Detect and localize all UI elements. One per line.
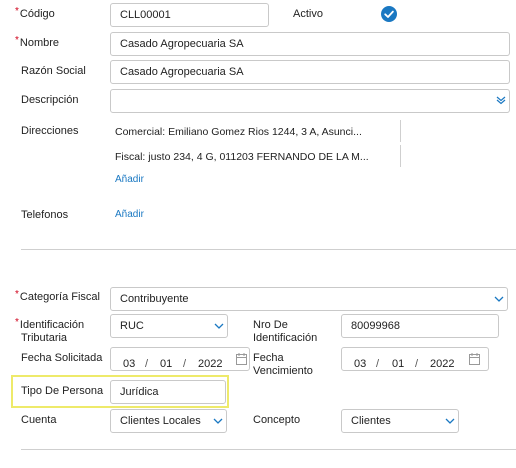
date-month[interactable]: 01 bbox=[160, 353, 172, 370]
divider bbox=[400, 145, 401, 167]
direccion-item[interactable]: Comercial: Emiliano Gomez Rios 1244, 3 A… bbox=[115, 126, 395, 138]
fecha-vencimiento-input[interactable]: 03 / 01 / 2022 bbox=[341, 347, 489, 371]
direccion-item[interactable]: Fiscal: justo 234, 4 G, 011203 FERNANDO … bbox=[115, 151, 395, 163]
date-month[interactable]: 01 bbox=[392, 353, 404, 370]
add-telefono-link[interactable]: Añadir bbox=[115, 209, 144, 220]
divider bbox=[400, 120, 401, 142]
categoria-fiscal-label: *Categoría Fiscal bbox=[15, 289, 100, 303]
descripcion-input[interactable] bbox=[110, 89, 510, 113]
date-day[interactable]: 03 bbox=[354, 353, 366, 370]
check-icon bbox=[384, 10, 394, 18]
cuenta-value: Clientes Locales bbox=[120, 415, 201, 427]
categoria-fiscal-select[interactable]: Contribuyente bbox=[110, 287, 508, 311]
nro-identificacion-input[interactable]: 80099968 bbox=[341, 314, 499, 338]
chevron-down-icon bbox=[213, 418, 223, 424]
tipo-persona-label: Tipo De Persona bbox=[21, 385, 104, 397]
date-year[interactable]: 2022 bbox=[198, 353, 222, 370]
identificacion-tributaria-select[interactable]: RUC bbox=[110, 314, 228, 338]
fecha-solicitada-input[interactable]: 03 / 01 / 2022 bbox=[110, 347, 250, 371]
add-direccion-link[interactable]: Añadir bbox=[115, 174, 144, 185]
descripcion-label: Descripción bbox=[21, 94, 79, 106]
categoria-fiscal-value: Contribuyente bbox=[120, 293, 189, 305]
fecha-vencimiento-label: Fecha Vencimiento bbox=[253, 352, 313, 377]
cuenta-select[interactable]: Clientes Locales bbox=[110, 409, 227, 433]
concepto-select[interactable]: Clientes bbox=[341, 409, 459, 433]
tipo-persona-input[interactable]: Jurídica bbox=[110, 380, 226, 404]
fecha-solicitada-label: Fecha Solicitada bbox=[21, 352, 103, 364]
date-day[interactable]: 03 bbox=[123, 353, 135, 370]
cuenta-label: Cuenta bbox=[21, 414, 57, 426]
concepto-value: Clientes bbox=[351, 415, 391, 427]
identificacion-tributaria-label: *Identificación Tributaria bbox=[15, 317, 85, 344]
activo-label: Activo bbox=[293, 8, 323, 20]
nro-identificacion-label: Nro De Identificación bbox=[253, 319, 318, 344]
telefonos-label: Telefonos bbox=[21, 209, 69, 221]
nombre-label: *Nombre bbox=[15, 35, 60, 49]
codigo-input[interactable]: CLL00001 bbox=[110, 3, 269, 27]
chevron-down-icon bbox=[494, 296, 504, 302]
section-divider bbox=[21, 449, 516, 450]
codigo-label: *Código bbox=[15, 6, 55, 20]
chevron-down-icon bbox=[445, 418, 455, 424]
razon-social-label: Razón Social bbox=[21, 65, 86, 77]
expand-icon[interactable] bbox=[495, 94, 507, 109]
direcciones-label: Direcciones bbox=[21, 125, 79, 137]
chevron-down-icon bbox=[214, 323, 224, 329]
calendar-icon[interactable] bbox=[236, 353, 247, 365]
concepto-label: Concepto bbox=[253, 414, 301, 426]
razon-social-input[interactable]: Casado Agropecuaria SA bbox=[110, 60, 510, 84]
calendar-icon[interactable] bbox=[469, 353, 480, 365]
identificacion-tributaria-value: RUC bbox=[120, 320, 144, 332]
activo-checkbox[interactable] bbox=[381, 6, 397, 22]
section-divider bbox=[21, 249, 516, 250]
nombre-input[interactable]: Casado Agropecuaria SA bbox=[110, 32, 510, 56]
date-year[interactable]: 2022 bbox=[430, 353, 454, 370]
